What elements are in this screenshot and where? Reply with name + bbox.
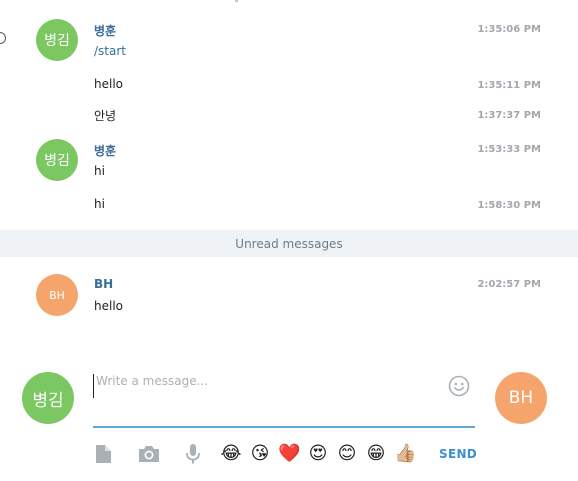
emoji-grin[interactable]: 😁 (365, 443, 387, 465)
sender-name[interactable]: BH (94, 277, 113, 291)
emoji-heart-eyes[interactable]: 😍 (307, 443, 329, 465)
sender-name[interactable]: 병훈 (94, 142, 116, 159)
emoji-heart[interactable]: ❤️ (278, 443, 300, 465)
message-time: 1:35:06 PM (477, 24, 541, 35)
message-text[interactable]: /start (94, 44, 126, 58)
chat-window: 병김 병훈 1:35:06 PM /start hello 1:35:11 PM… (0, 0, 578, 481)
camera-icon[interactable] (138, 443, 160, 465)
message-input[interactable] (93, 374, 436, 398)
message-text: hi (94, 197, 105, 211)
emoji-tears-of-joy[interactable]: 😂 (220, 443, 242, 465)
avatar[interactable]: 병김 (36, 19, 78, 61)
message-time: 2:02:57 PM (477, 279, 541, 290)
emoji-thumbs-up[interactable]: 👍🏼 (394, 443, 416, 465)
message-text: hello (94, 77, 123, 91)
smiley-icon[interactable] (448, 375, 470, 397)
message-time: 1:58:30 PM (477, 200, 541, 211)
sender-name[interactable]: 병훈 (94, 22, 116, 39)
message-time: 1:37:37 PM (477, 110, 541, 121)
scroll-indicator (235, 0, 238, 2)
message-text: 안녕 (94, 109, 117, 123)
microphone-icon[interactable] (182, 443, 204, 465)
message-time: 1:35:11 PM (477, 80, 541, 91)
unread-separator: Unread messages (0, 230, 578, 257)
message-text: hello (94, 299, 123, 313)
emoji-smile[interactable]: 😊 (336, 443, 358, 465)
avatar[interactable]: 병김 (36, 139, 78, 181)
file-icon[interactable] (92, 443, 114, 465)
send-button[interactable]: SEND (439, 447, 477, 461)
message-time: 1:53:33 PM (477, 144, 541, 155)
message-input-wrap (93, 366, 475, 428)
avatar[interactable]: BH (36, 274, 78, 316)
partial-icon (0, 32, 6, 44)
peer-avatar[interactable]: BH (495, 372, 547, 424)
self-avatar[interactable]: 병김 (22, 372, 74, 424)
emoji-kiss[interactable]: 😘 (249, 443, 271, 465)
message-text: hi (94, 164, 105, 178)
